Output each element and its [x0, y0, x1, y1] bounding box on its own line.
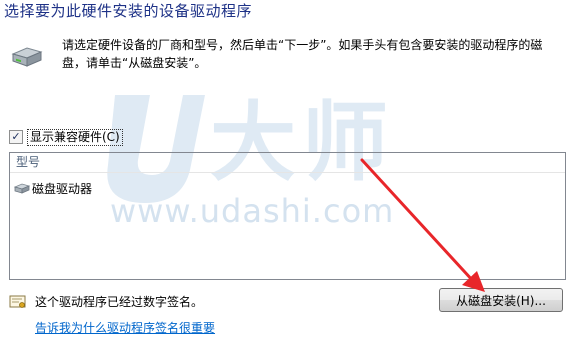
- signature-info-link[interactable]: 告诉我为什么驱动程序签名很重要: [35, 319, 215, 336]
- have-disk-button[interactable]: 从磁盘安装(H)...: [439, 288, 563, 312]
- model-column-header[interactable]: 型号: [10, 153, 565, 173]
- certificate-icon: [9, 295, 26, 308]
- hard-drive-icon: [11, 47, 43, 67]
- compat-hardware-row[interactable]: ✓ 显示兼容硬件(C): [9, 128, 123, 146]
- compat-hardware-checkbox[interactable]: ✓: [9, 130, 23, 144]
- compat-hardware-label[interactable]: 显示兼容硬件(C): [27, 128, 123, 146]
- instructions-text: 请选定硬件设备的厂商和型号，然后单击“下一步”。如果手头有包含要安装的驱动程序的…: [62, 38, 543, 70]
- page-title: 选择要为此硬件安装的设备驱动程序: [4, 2, 253, 20]
- list-item-label: 磁盘驱动器: [32, 181, 93, 196]
- signature-status: 这个驱动程序已经过数字签名。: [35, 295, 204, 309]
- model-list[interactable]: 型号 磁盘驱动器: [9, 152, 566, 280]
- disk-drive-icon: [14, 183, 30, 194]
- list-item[interactable]: 磁盘驱动器: [10, 179, 565, 197]
